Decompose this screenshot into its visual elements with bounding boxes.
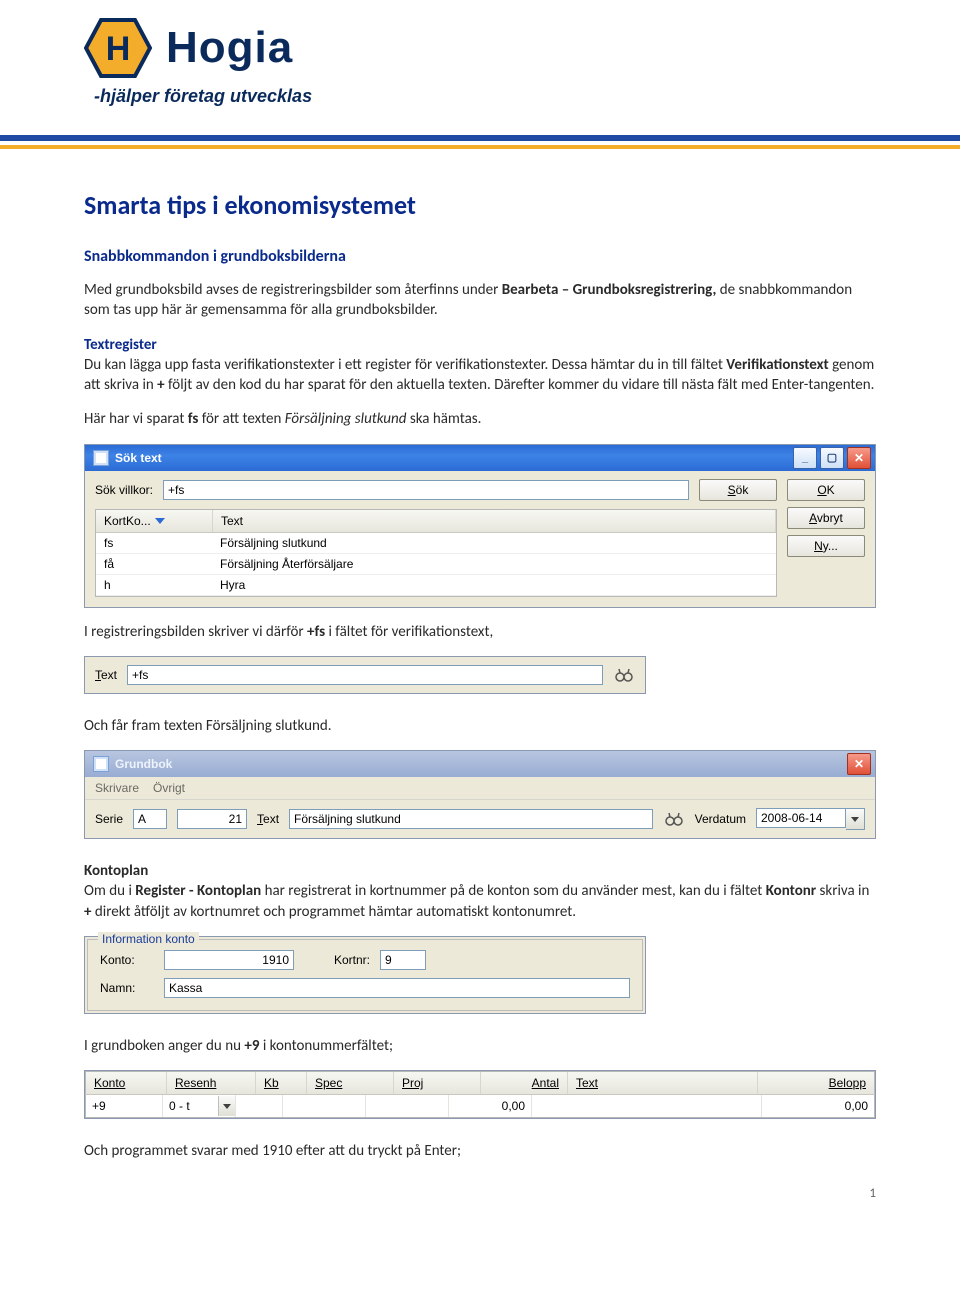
serie-label: Serie	[95, 812, 123, 826]
cell-antal[interactable]: 0,00	[449, 1095, 532, 1117]
col-proj[interactable]: Proj	[394, 1072, 481, 1094]
here-paragraph: Här har vi sparat fs för att texten Förs…	[84, 409, 876, 429]
screenshot-grundbok: Grundbok ✕ Skrivare Övrigt Serie Text V	[84, 750, 876, 839]
binoculars-icon[interactable]	[613, 665, 635, 685]
col-resenh[interactable]: Resenh	[167, 1072, 256, 1094]
kortnr-input[interactable]	[380, 950, 426, 970]
brand-logo: H Hogia	[84, 18, 960, 78]
binoculars-icon[interactable]	[663, 809, 685, 829]
namn-input[interactable]	[164, 978, 630, 998]
sok-results-table: KortKo... Text fs Försäljning slutkund	[95, 509, 777, 597]
brand-name: Hogia	[166, 23, 293, 73]
cell-spec[interactable]	[283, 1095, 366, 1117]
after-ss5-paragraph: Och programmet svarar med 1910 efter att…	[84, 1141, 876, 1161]
close-button[interactable]: ✕	[847, 447, 871, 469]
grid-row[interactable]: +9 0 - t 0,00 0,00	[85, 1095, 875, 1118]
svg-text:H: H	[106, 30, 131, 68]
minimize-button[interactable]: _	[793, 447, 817, 469]
section-subtitle: Snabbkommandon i grundboksbilderna	[84, 247, 876, 266]
after-ss1-paragraph: I registreringsbilden skriver vi därför …	[84, 622, 876, 642]
verdatum-label: Verdatum	[695, 812, 746, 826]
kortnr-label: Kortnr:	[334, 953, 370, 967]
num-input[interactable]	[177, 809, 247, 829]
page-title: Smarta tips i ekonomisystemet	[84, 189, 876, 221]
chevron-down-icon	[851, 817, 859, 822]
konto-label: Konto:	[100, 953, 154, 967]
cancel-button[interactable]: Avbryt	[787, 507, 865, 529]
brand-tagline: -hjälper företag utvecklas	[94, 86, 960, 107]
close-button[interactable]: ✕	[847, 753, 871, 775]
menu-skrivare[interactable]: Skrivare	[95, 781, 139, 795]
text-input[interactable]	[127, 665, 603, 685]
col-kortko[interactable]: KortKo...	[96, 510, 213, 532]
screenshot-grid-row: Konto Resenh Kb Spec Proj Antal Text Bel…	[84, 1070, 876, 1119]
window-icon	[93, 756, 109, 772]
table-row[interactable]: få Försäljning Återförsäljare	[96, 554, 776, 575]
verdatum-input[interactable]	[756, 808, 846, 828]
text-label: Text	[257, 812, 279, 826]
cell-text[interactable]	[532, 1095, 762, 1117]
intro-paragraph: Med grundboksbild avses de registrerings…	[84, 280, 876, 321]
grundbok-title: Grundbok	[115, 757, 172, 771]
screenshot-info-konto: Information konto Konto: Kortnr: Namn:	[84, 936, 646, 1014]
after-ss4-paragraph: I grundboken anger du nu +9 i kontonumme…	[84, 1036, 876, 1056]
screenshot-text-field: Text	[84, 656, 646, 694]
sok-titlebar[interactable]: Sök text _ ▢ ✕	[85, 445, 875, 471]
col-konto[interactable]: Konto	[86, 1072, 167, 1094]
grundbok-menubar: Skrivare Övrigt	[85, 777, 875, 800]
kontoplan-paragraph: Kontoplan Om du i Register - Kontoplan h…	[84, 861, 876, 922]
header-divider	[0, 135, 960, 149]
sok-villkor-input[interactable]	[163, 480, 689, 500]
grid-header: Konto Resenh Kb Spec Proj Antal Text Bel…	[85, 1071, 875, 1095]
sok-villkor-label: Sök villkor:	[95, 483, 153, 497]
cell-proj[interactable]	[366, 1095, 449, 1117]
col-belopp[interactable]: Belopp	[758, 1072, 874, 1094]
table-row[interactable]: fs Försäljning slutkund	[96, 533, 776, 554]
sort-desc-icon	[155, 518, 165, 524]
info-konto-legend: Information konto	[98, 932, 199, 946]
text-label: Text	[95, 668, 117, 682]
after-ss2-paragraph: Och får fram texten Försäljning slutkund…	[84, 716, 876, 736]
konto-input[interactable]	[164, 950, 294, 970]
maximize-button[interactable]: ▢	[820, 447, 844, 469]
date-dropdown-button[interactable]	[846, 808, 865, 830]
cell-konto[interactable]: +9	[86, 1095, 163, 1117]
cell-resenh[interactable]: 0 - t	[163, 1095, 236, 1117]
page-number: 1	[869, 1186, 876, 1201]
sok-title: Sök text	[115, 451, 162, 465]
page-header: H Hogia -hjälper företag utvecklas	[0, 0, 960, 117]
new-button[interactable]: Ny...	[787, 535, 865, 557]
menu-ovrigt[interactable]: Övrigt	[153, 781, 185, 795]
sok-search-button[interactable]: Sök	[699, 479, 777, 501]
ok-button[interactable]: OK	[787, 479, 865, 501]
chevron-down-icon	[223, 1104, 231, 1109]
logo-hexagon-icon: H	[84, 18, 152, 78]
serie-input[interactable]	[133, 809, 167, 829]
resenh-dropdown-button[interactable]	[218, 1096, 235, 1116]
col-text[interactable]: Text	[568, 1072, 758, 1094]
screenshot-sok-text: Sök text _ ▢ ✕ Sök villkor: Sök	[84, 444, 876, 608]
col-spec[interactable]: Spec	[307, 1072, 394, 1094]
grundbok-titlebar[interactable]: Grundbok ✕	[85, 751, 875, 777]
table-row[interactable]: h Hyra	[96, 575, 776, 596]
cell-belopp[interactable]: 0,00	[762, 1095, 874, 1117]
textregister-paragraph: Textregister Du kan lägga upp fasta veri…	[84, 335, 876, 396]
col-antal[interactable]: Antal	[481, 1072, 568, 1094]
col-kb[interactable]: Kb	[256, 1072, 307, 1094]
grundbok-text-input[interactable]	[289, 809, 653, 829]
namn-label: Namn:	[100, 981, 154, 995]
window-icon	[93, 450, 109, 466]
cell-kb[interactable]	[236, 1095, 283, 1117]
col-text[interactable]: Text	[213, 510, 776, 532]
